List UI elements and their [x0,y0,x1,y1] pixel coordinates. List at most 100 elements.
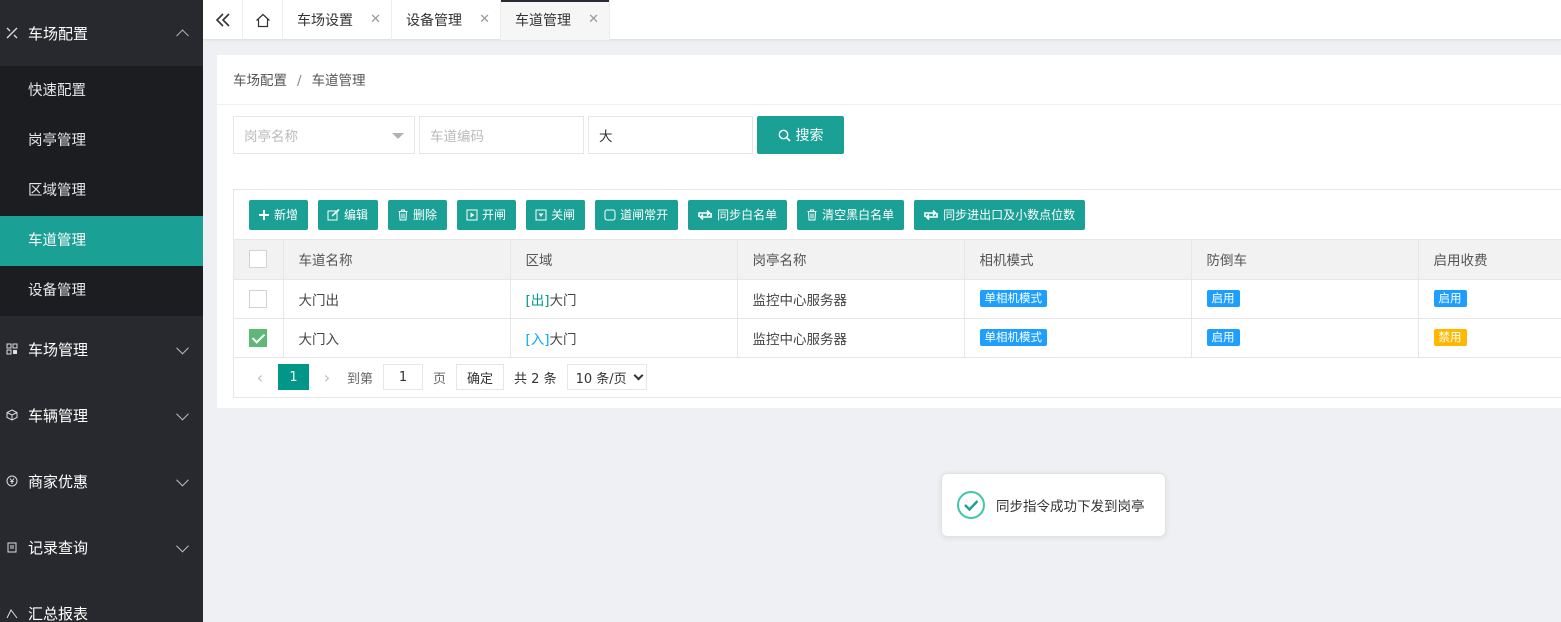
zone-cell: [入]大门 [510,318,738,358]
column-header-anti-reverse[interactable]: 防倒车 [1191,240,1419,280]
tools-icon [4,25,20,41]
double-chevron-left-icon [215,13,230,27]
menu-group-vehicle-management[interactable]: 车辆管理 [0,382,203,448]
home-icon [255,13,270,27]
column-header-lane-name[interactable]: 车道名称 [283,240,511,280]
table-row[interactable]: 大门出 [出]大门 监控中心服务器 单相机模式 启用 启用 [234,279,1561,319]
menu-group-record-query[interactable]: 记录查询 [0,514,203,580]
add-button-label: 新增 [274,208,299,222]
page-label: 页 [433,371,447,387]
clipboard-icon [4,539,20,555]
tab-parking-settings[interactable]: 车场设置 ✕ [283,0,392,40]
zone-direction-tag: [出] [525,292,550,309]
table-row[interactable]: 大门入 [入]大门 监控中心服务器 单相机模式 启用 禁用 [234,318,1561,358]
toast-message: 同步指令成功下发到岗亭 [996,499,1145,515]
row-select-cell [234,279,284,319]
column-header-zone[interactable]: 区域 [510,240,738,280]
row-checkbox[interactable] [249,289,267,308]
row-checkbox[interactable] [249,328,267,347]
delete-button[interactable]: 删除 [388,199,448,230]
sync-io-button[interactable]: 同步进出口及小数点位数 [914,199,1086,230]
current-page-button[interactable]: 1 [278,364,309,390]
open-gate-button-label: 开闸 [482,208,507,222]
gate-always-open-button-label: 道闸常开 [620,208,669,222]
delete-button-label: 删除 [413,208,438,222]
column-header-charging[interactable]: 启用收费 [1418,240,1561,280]
caret-down-icon [392,133,404,139]
sidebar: 车场配置 快速配置 岗亭管理 区域管理 车道管理 设备管理 车场管理 车辆管理 … [0,0,203,622]
table-toolbar: 新增 编辑 删除 开闸 关闸 道闸常开 同步白名单 清空黑白名单 同步进出口及小… [234,190,1561,240]
lane-table-container: 新增 编辑 删除 开闸 关闸 道闸常开 同步白名单 清空黑白名单 同步进出口及小… [233,189,1561,398]
keyword-input[interactable]: 大 [588,116,753,154]
goto-page-input[interactable]: 1 [383,364,424,390]
goto-confirm-button[interactable]: 确定 [456,364,505,390]
gate-always-open-button[interactable]: 道闸常开 [595,199,679,230]
close-icon[interactable]: ✕ [479,12,490,27]
close-icon[interactable]: ✕ [370,12,381,27]
prev-page-icon[interactable]: ‹ [246,368,274,387]
open-gate-button[interactable]: 开闸 [457,199,517,230]
square-icon [604,209,616,221]
breadcrumb-separator: / [297,73,302,89]
submenu-parking-config: 快速配置 岗亭管理 区域管理 车道管理 设备管理 [0,66,203,316]
booth-select[interactable]: 岗亭名称 [233,116,415,154]
edit-button[interactable]: 编辑 [318,199,379,230]
select-all-cell [234,240,284,280]
sidebar-item-zone-management[interactable]: 区域管理 [0,166,203,216]
anti-reverse-badge: 启用 [1206,290,1240,307]
search-button-label: 搜索 [795,128,824,144]
close-icon[interactable]: ✕ [588,12,599,27]
tab-device-management[interactable]: 设备管理 ✕ [392,0,501,40]
tab-lane-management[interactable]: 车道管理 ✕ [501,0,610,40]
cube-icon [4,407,20,423]
column-header-booth[interactable]: 岗亭名称 [737,240,965,280]
anti-reverse-badge: 启用 [1206,329,1240,346]
sidebar-item-device-management[interactable]: 设备管理 [0,266,203,316]
charging-cell: 启用 [1418,279,1561,319]
trash-icon [806,209,818,221]
zone-name: 大门 [549,331,577,348]
sidebar-item-lane-management[interactable]: 车道管理 [0,216,203,266]
menu-group-label: 车场配置 [28,24,89,43]
menu-group-parking-management[interactable]: 车场管理 [0,316,203,382]
grid-icon [4,341,20,357]
sync-whitelist-button[interactable]: 同步白名单 [688,199,788,230]
anti-reverse-cell: 启用 [1191,279,1419,319]
page-size-select[interactable]: 10 条/页 [566,364,647,390]
breadcrumb-parent[interactable]: 车场配置 [233,73,287,89]
next-page-icon[interactable]: › [313,368,341,387]
zone-cell: [出]大门 [510,279,738,319]
pagination: ‹ 1 › 到第 1 页 确定 共 2 条 10 条/页 [234,358,1561,397]
row-select-cell [234,318,284,358]
search-button[interactable]: 搜索 [757,116,844,154]
booth-select-placeholder: 岗亭名称 [244,129,298,145]
chart-icon [4,605,20,621]
zone-direction-tag: [入] [525,331,550,348]
chevron-down-icon [633,370,644,380]
column-header-camera-mode[interactable]: 相机模式 [964,240,1192,280]
clear-lists-button[interactable]: 清空黑白名单 [797,199,905,230]
menu-group-label: 记录查询 [28,538,89,557]
menu-group-summary-report[interactable]: 汇总报表 [0,580,203,622]
menu-group-parking-config[interactable]: 车场配置 [0,0,203,66]
close-gate-button[interactable]: 关闸 [526,199,586,230]
zone-name: 大门 [549,292,577,309]
trash-icon [397,209,409,221]
menu-group-merchant-discount[interactable]: 商家优惠 [0,448,203,514]
lane-code-input[interactable]: 车道编码 [419,116,584,154]
camera-mode-cell: 单相机模式 [964,279,1192,319]
sidebar-item-booth-management[interactable]: 岗亭管理 [0,116,203,166]
add-button[interactable]: 新增 [249,199,309,230]
camera-mode-cell: 单相机模式 [964,318,1192,358]
total-count: 共 2 条 [514,371,557,387]
sidebar-item-quick-config[interactable]: 快速配置 [0,66,203,116]
lane-code-placeholder: 车道编码 [430,129,484,145]
chevron-down-icon [176,539,189,553]
chevron-down-icon [176,407,189,421]
collapse-sidebar-button[interactable] [203,0,243,40]
tab-label: 设备管理 [406,13,462,29]
select-all-checkbox[interactable] [249,250,267,269]
home-tab[interactable] [243,0,283,40]
booth-cell: 监控中心服务器 [737,318,965,358]
search-icon [778,129,791,142]
